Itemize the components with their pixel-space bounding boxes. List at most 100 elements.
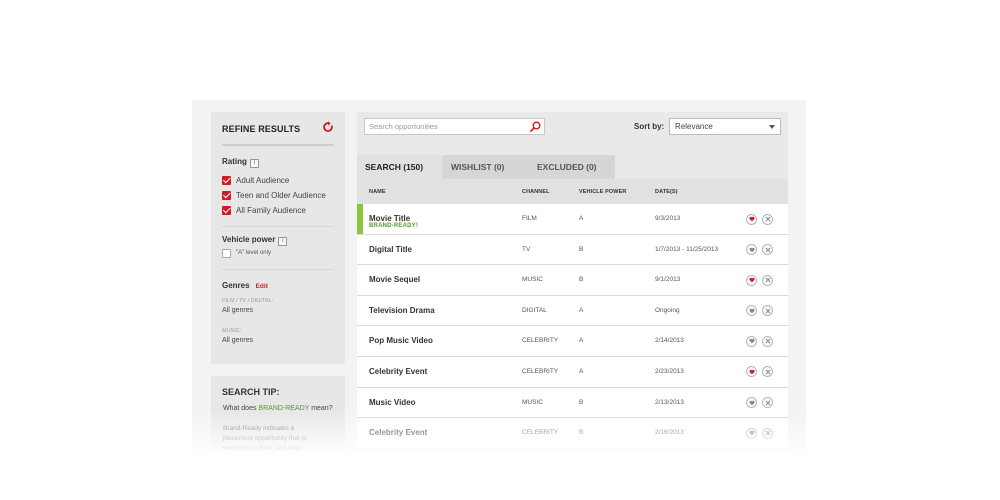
brand-ready-badge: BRAND-READY!: [369, 223, 419, 229]
row-vehicle-power: B: [579, 429, 584, 437]
row-channel: MUSIC: [522, 398, 543, 406]
heart-icon[interactable]: [746, 366, 757, 378]
row-name[interactable]: Music Video: [369, 398, 416, 407]
checkbox-label: Teen and Older Audience: [236, 190, 326, 200]
reset-icon[interactable]: [322, 121, 334, 133]
edit-genres-link[interactable]: Edit: [256, 283, 268, 290]
tip-question-suffix: mean?: [309, 405, 333, 412]
table-row[interactable]: Music Video MUSIC B 2/13/2013: [357, 387, 788, 419]
row-vehicle-power: B: [579, 398, 584, 406]
row-date: 9/1/2013: [655, 276, 681, 284]
col-name[interactable]: NAME: [369, 189, 386, 195]
row-date: 2/13/2013: [655, 398, 684, 406]
table-row[interactable]: Pop Music Video CELEBRITY A 2/14/2013: [357, 326, 788, 357]
tip-question: What does BRAND-READY mean?: [223, 405, 333, 412]
table-row[interactable]: Celebrity Event CELEBRITY A 2/23/2013: [357, 356, 788, 388]
sort-value: Relevance: [675, 122, 713, 131]
search-tip-panel: SEARCH TIP: What does BRAND-READY mean? …: [211, 376, 345, 460]
row-name[interactable]: Celebrity Event: [369, 428, 427, 437]
chevron-down-icon: [769, 125, 775, 129]
heart-icon[interactable]: [746, 427, 757, 439]
rating-section-title: Rating i: [222, 157, 259, 168]
divider: [222, 144, 334, 146]
checkbox[interactable]: [222, 248, 231, 258]
row-date: 1/7/2013 - 11/25/2013: [655, 245, 719, 253]
table-row[interactable]: Movie Sequel MUSIC B 9/1/2013: [357, 265, 788, 296]
rating-option-family[interactable]: All Family Audience: [222, 205, 306, 215]
col-dates[interactable]: DATE(S): [655, 189, 678, 195]
rating-option-adult[interactable]: Adult Audience: [222, 175, 289, 185]
row-name[interactable]: Digital Title: [369, 245, 412, 254]
sort-dropdown[interactable]: Relevance: [669, 118, 781, 135]
rating-title: Rating: [222, 157, 247, 166]
row-channel: CELEBRITY: [522, 429, 559, 437]
row-channel: FILM: [522, 215, 537, 222]
row-vehicle-power: A: [579, 367, 584, 375]
close-icon[interactable]: [762, 366, 773, 378]
table-row[interactable]: Movie Title BRAND-READY! FILM A 9/3/2013: [357, 204, 788, 235]
genres-section-title: Genres Edit: [222, 281, 268, 290]
rating-option-teen[interactable]: Teen and Older Audience: [222, 190, 326, 200]
checkbox-label: Adult Audience: [236, 175, 290, 185]
row-date: 2/23/2013: [655, 367, 684, 375]
genres-title: Genres: [222, 281, 250, 290]
results-panel: Sort by: Relevance SEARCH (150) WISHLIST…: [357, 112, 788, 460]
checkbox[interactable]: [222, 205, 231, 215]
row-name[interactable]: Movie Title: [369, 214, 410, 223]
heart-icon[interactable]: [746, 244, 757, 256]
row-channel: CELEBRITY: [522, 367, 559, 375]
heart-icon[interactable]: [746, 213, 757, 225]
close-icon[interactable]: [762, 305, 773, 317]
tip-title: SEARCH TIP:: [222, 387, 280, 397]
checkbox[interactable]: [222, 175, 231, 185]
info-icon[interactable]: i: [278, 237, 288, 246]
genre-group-label: FILM / TV / DIGITAL:: [222, 298, 274, 304]
row-vehicle-power: A: [579, 306, 584, 314]
refine-title: REFINE RESULTS: [222, 124, 301, 134]
close-icon[interactable]: [762, 213, 773, 225]
heart-icon[interactable]: [746, 335, 757, 347]
row-vehicle-power: A: [579, 215, 584, 222]
search-box: [364, 118, 545, 135]
row-name[interactable]: Movie Sequel: [369, 275, 420, 284]
genre-group-value: All genres: [222, 337, 254, 344]
tip-question-prefix: What does: [223, 405, 259, 412]
divider: [222, 226, 334, 227]
sort-label: Sort by:: [634, 122, 665, 131]
genre-group-label: MUSIC:: [222, 328, 242, 334]
brand-ready-term: BRAND-READY: [258, 405, 310, 412]
checkbox-label: All Family Audience: [236, 205, 306, 215]
heart-icon[interactable]: [746, 274, 757, 286]
table-row[interactable]: Celebrity Event CELEBRITY B 2/16/2013: [357, 418, 788, 449]
tab-wishlist[interactable]: WISHLIST (0): [443, 155, 529, 179]
info-icon[interactable]: i: [249, 159, 259, 168]
row-channel: TV: [522, 245, 531, 253]
close-icon[interactable]: [762, 244, 773, 256]
row-name[interactable]: Celebrity Event: [369, 367, 427, 376]
close-icon[interactable]: [762, 335, 773, 347]
row-name[interactable]: Pop Music Video: [369, 336, 433, 345]
tip-answer: Brand-Ready indicates a placement opport…: [223, 425, 307, 452]
checkbox[interactable]: [222, 190, 231, 200]
close-icon[interactable]: [762, 427, 773, 439]
col-channel[interactable]: CHANNEL: [522, 189, 550, 195]
row-channel: CELEBRITY: [522, 337, 559, 345]
heart-icon[interactable]: [746, 305, 757, 317]
vehicle-power-option[interactable]: "A" level only: [222, 248, 271, 258]
heart-icon[interactable]: [746, 397, 757, 409]
close-icon[interactable]: [762, 397, 773, 409]
table-row[interactable]: Digital Title TV B 1/7/2013 - 11/25/2013: [357, 234, 788, 266]
results-table-body: Movie Title BRAND-READY! FILM A 9/3/2013 Digi…: [357, 204, 788, 449]
tab-excluded[interactable]: EXCLUDED (0): [529, 155, 615, 179]
row-name[interactable]: Television Drama: [369, 306, 435, 315]
divider: [222, 269, 334, 270]
table-row[interactable]: Television Drama DIGITAL A Ongoing: [357, 295, 788, 327]
app-frame: REFINE RESULTS Rating i Adult Audience Te…: [192, 100, 806, 460]
row-date: 9/3/2013: [655, 215, 681, 222]
tab-search[interactable]: SEARCH (150): [357, 155, 443, 179]
search-input[interactable]: [365, 119, 525, 134]
search-icon[interactable]: [530, 121, 541, 132]
col-vehicle-power[interactable]: VEHICLE POWER: [579, 189, 626, 195]
close-icon[interactable]: [762, 274, 773, 286]
row-vehicle-power: B: [579, 245, 584, 253]
